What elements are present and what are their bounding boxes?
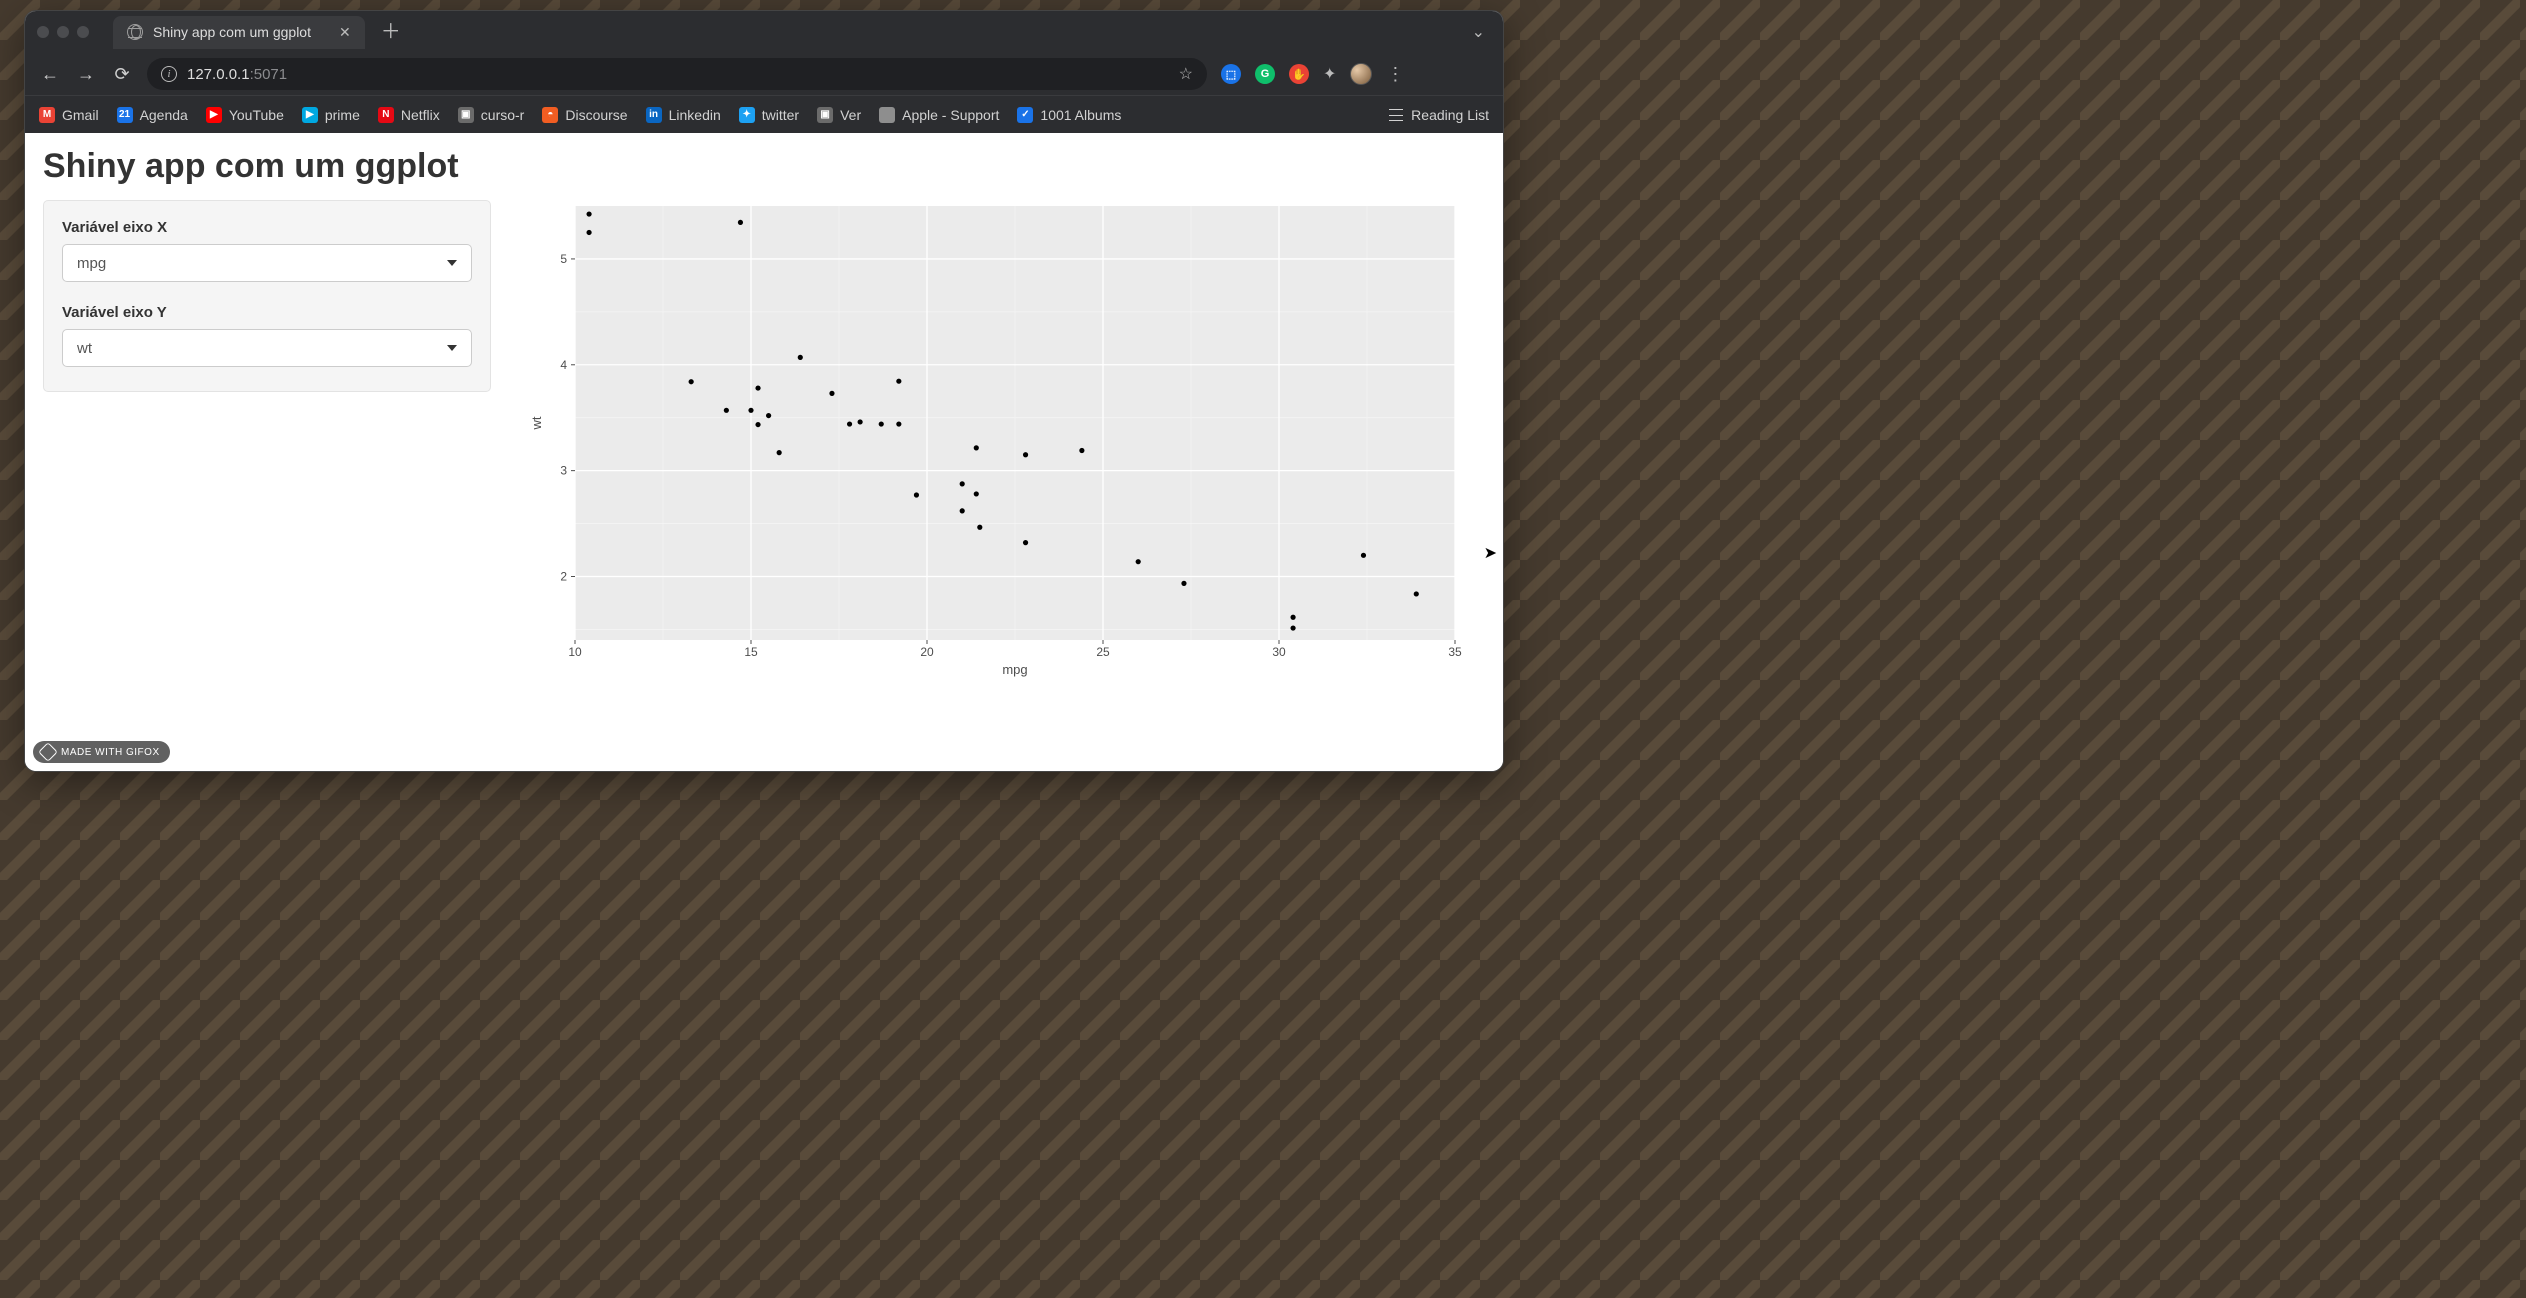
bookmark-favicon: N (378, 107, 394, 123)
close-window-button[interactable] (37, 26, 49, 38)
bookmark-favicon: ✓ (1017, 107, 1033, 123)
svg-text:35: 35 (1448, 645, 1462, 659)
bookmark-item[interactable]: ▶ YouTube (206, 107, 284, 123)
sidebar-panel: Variável eixo X mpg Variável eixo Y wt (43, 200, 491, 392)
page-title: Shiny app com um ggplot (43, 147, 1485, 186)
bookmark-label: Apple - Support (902, 107, 999, 123)
bookmark-label: Gmail (62, 107, 99, 123)
bookmark-label: 1001 Albums (1040, 107, 1121, 123)
bookmark-label: prime (325, 107, 360, 123)
bookmark-item[interactable]: ▣ curso-r (458, 107, 525, 123)
scatter-plot: 10 15 20 25 30 35 2 3 4 5 mpg wt (527, 200, 1467, 680)
svg-text:wt: wt (529, 416, 544, 430)
svg-text:15: 15 (744, 645, 758, 659)
bookmark-item[interactable]: N Netflix (378, 107, 440, 123)
reload-button[interactable]: ⟳ (111, 64, 133, 85)
minimize-window-button[interactable] (57, 26, 69, 38)
bookmark-item[interactable]: in Linkedin (646, 107, 721, 123)
window-controls (37, 26, 89, 38)
x-axis-label: Variável eixo X (62, 219, 472, 236)
browser-chrome: Shiny app com um ggplot ✕ ＋ ⌄ ← → ⟳ 127.… (25, 11, 1503, 133)
svg-text:2: 2 (560, 569, 567, 583)
browser-window: Shiny app com um ggplot ✕ ＋ ⌄ ← → ⟳ 127.… (24, 10, 1504, 772)
gifox-watermark: MADE WITH GIFOX (33, 741, 170, 763)
svg-text:10: 10 (568, 645, 582, 659)
y-axis-select[interactable]: wt (62, 329, 472, 367)
bookmark-favicon: 21 (117, 107, 133, 123)
tab-title: Shiny app com um ggplot (153, 24, 311, 40)
back-button[interactable]: ← (39, 64, 61, 85)
bookmark-label: YouTube (229, 107, 284, 123)
forward-button[interactable]: → (75, 64, 97, 85)
bookmark-favicon: ◓ (542, 107, 558, 123)
bookmark-favicon: ▶ (206, 107, 222, 123)
caret-down-icon (447, 345, 457, 351)
reading-list-button[interactable]: Reading List (1389, 107, 1489, 123)
svg-text:4: 4 (560, 358, 567, 372)
bookmark-favicon: ✦ (739, 107, 755, 123)
bookmark-star-button[interactable]: ☆ (1179, 64, 1193, 84)
browser-menu-button[interactable]: ⋮ (1386, 64, 1404, 85)
bookmark-label: curso-r (481, 107, 525, 123)
page-content: Shiny app com um ggplot Variável eixo X … (25, 133, 1503, 771)
site-info-icon[interactable] (161, 66, 177, 82)
bookmark-favicon: M (39, 107, 55, 123)
bookmark-favicon: in (646, 107, 662, 123)
caret-down-icon (447, 260, 457, 266)
maximize-window-button[interactable] (77, 26, 89, 38)
bookmark-item[interactable]: M Gmail (39, 107, 99, 123)
bookmark-item[interactable]: ▣ Ver (817, 107, 861, 123)
mouse-cursor-icon: ➤ (1484, 543, 1497, 563)
bookmark-item[interactable]: ✓ 1001 Albums (1017, 107, 1121, 123)
bookmark-item[interactable]: Apple - Support (879, 107, 999, 123)
y-axis-label: Variável eixo Y (62, 304, 472, 321)
bookmark-label: Ver (840, 107, 861, 123)
bookmark-label: Netflix (401, 107, 440, 123)
bookmark-favicon: ▣ (458, 107, 474, 123)
svg-text:25: 25 (1096, 645, 1110, 659)
profile-avatar[interactable] (1350, 63, 1372, 85)
tab-overflow-button[interactable]: ⌄ (1472, 22, 1485, 42)
toolbar: ← → ⟳ 127.0.0.1:5071 ☆ ⬚ G ✋ ✦ ⋮ (25, 53, 1503, 95)
plot-output: 10 15 20 25 30 35 2 3 4 5 mpg wt (519, 200, 1485, 685)
bookmark-label: Agenda (140, 107, 188, 123)
bookmark-item[interactable]: ◓ Discourse (542, 107, 627, 123)
bookmark-item[interactable]: 21 Agenda (117, 107, 188, 123)
close-tab-button[interactable]: ✕ (339, 24, 351, 41)
y-axis-select-value: wt (77, 340, 92, 357)
svg-text:3: 3 (560, 464, 567, 478)
bookmark-favicon (879, 107, 895, 123)
bookmarks-bar: M Gmail 21 Agenda ▶ YouTube ▶ prime N Netflix ▣ cur… (25, 95, 1503, 133)
globe-icon (127, 24, 143, 40)
bookmark-label: twitter (762, 107, 799, 123)
bookmark-label: Linkedin (669, 107, 721, 123)
extension-icon[interactable]: ⬚ (1221, 64, 1241, 84)
browser-tab[interactable]: Shiny app com um ggplot ✕ (113, 16, 365, 49)
x-axis-select-value: mpg (77, 255, 106, 272)
gifox-logo-icon (38, 742, 58, 762)
tab-strip: Shiny app com um ggplot ✕ ＋ ⌄ (25, 11, 1503, 53)
bookmark-item[interactable]: ▶ prime (302, 107, 360, 123)
svg-text:20: 20 (920, 645, 934, 659)
bookmark-item[interactable]: ✦ twitter (739, 107, 799, 123)
address-bar[interactable]: 127.0.0.1:5071 ☆ (147, 58, 1207, 90)
new-tab-button[interactable]: ＋ (381, 22, 401, 42)
x-axis-select[interactable]: mpg (62, 244, 472, 282)
extension-icon[interactable]: G (1255, 64, 1275, 84)
svg-text:5: 5 (560, 252, 567, 266)
svg-text:mpg: mpg (1002, 662, 1027, 677)
reading-list-icon (1389, 109, 1403, 121)
svg-text:30: 30 (1272, 645, 1286, 659)
bookmark-label: Discourse (565, 107, 627, 123)
bookmark-favicon: ▣ (817, 107, 833, 123)
bookmark-favicon: ▶ (302, 107, 318, 123)
url-text: 127.0.0.1:5071 (187, 66, 287, 83)
extension-icon[interactable]: ✋ (1289, 64, 1309, 84)
extensions-button[interactable]: ✦ (1323, 64, 1336, 84)
